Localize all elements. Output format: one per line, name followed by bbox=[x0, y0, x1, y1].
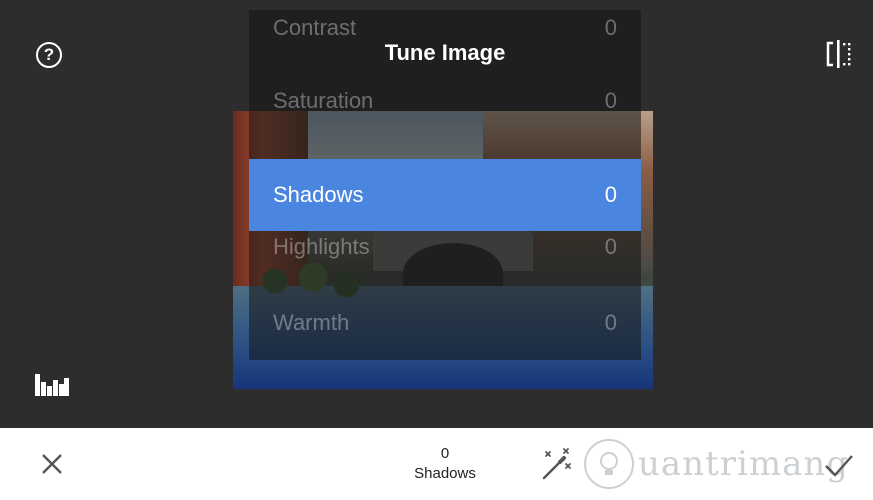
help-icon[interactable]: ? bbox=[36, 42, 62, 68]
readout-label: Shadows bbox=[414, 465, 476, 482]
menu-item-value: 0 bbox=[604, 15, 617, 40]
check-icon[interactable] bbox=[822, 448, 856, 482]
watermark-bulb-icon bbox=[584, 439, 634, 489]
close-icon[interactable] bbox=[38, 450, 66, 478]
menu-item-warmth[interactable]: Warmth 0 bbox=[249, 287, 641, 359]
page-title: Tune Image bbox=[384, 40, 506, 65]
menu-item-highlights[interactable]: Highlights 0 bbox=[249, 211, 641, 283]
watermark-text: uantrimang bbox=[638, 444, 850, 484]
menu-item-value: 0 bbox=[604, 88, 617, 113]
menu-item-label: Contrast bbox=[273, 15, 357, 40]
menu-item-label: Highlights bbox=[273, 234, 370, 259]
adjustment-readout: 0 Shadows bbox=[400, 444, 490, 484]
menu-item-value: 0 bbox=[604, 234, 617, 259]
menu-item-label: Warmth bbox=[273, 310, 350, 335]
editor-canvas: Contrast 0 Saturation 0 Shadows 0 Highli… bbox=[0, 0, 873, 428]
compare-icon[interactable] bbox=[823, 38, 855, 70]
menu-item-saturation[interactable]: Saturation 0 bbox=[249, 65, 641, 137]
magic-wand-icon[interactable] bbox=[538, 446, 574, 482]
histogram-icon[interactable] bbox=[35, 372, 69, 396]
menu-item-label: Saturation bbox=[273, 88, 374, 113]
menu-item-value: 0 bbox=[604, 310, 617, 335]
menu-item-label: Shadows bbox=[273, 182, 364, 207]
menu-item-value: 0 bbox=[604, 182, 617, 207]
readout-value: 0 bbox=[440, 445, 450, 462]
